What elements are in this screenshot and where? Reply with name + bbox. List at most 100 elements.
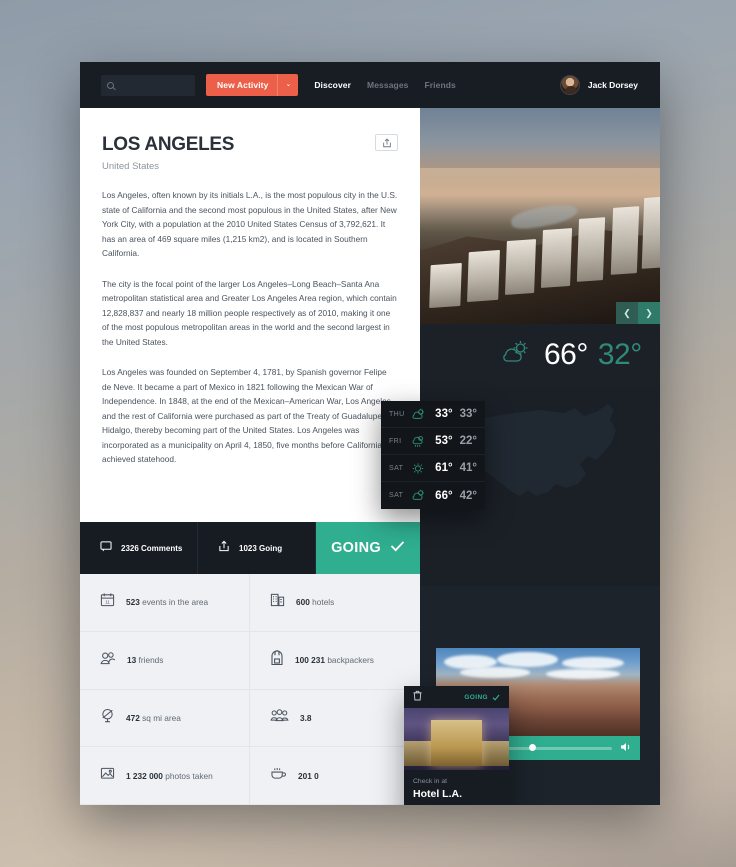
stat-photos-text: 1 232 000 photos taken	[126, 771, 213, 781]
forecast-row[interactable]: THU 33° 33°	[381, 401, 485, 428]
hero-photo-hollywood-sign: ❮ ❯	[420, 108, 660, 324]
app-window: New Activity ⌄ Discover Messages Friends…	[80, 62, 660, 805]
stat-events[interactable]: 11 523 events in the area	[80, 574, 250, 632]
stat-hotels[interactable]: 600 hotels	[250, 574, 420, 632]
forecast-low: 41°	[459, 462, 477, 474]
top-navigation-bar: New Activity ⌄ Discover Messages Friends…	[80, 62, 660, 108]
current-temp-low: 32°	[597, 338, 642, 371]
stat-area-text: 472 sq mi area	[126, 713, 181, 723]
weather-forecast-popover: THU 33° 33° FRI 53° 22° SAT 61° 41° SAT …	[381, 401, 485, 509]
avatar	[559, 75, 580, 95]
stat-photos[interactable]: 1 232 000 photos taken	[80, 747, 250, 805]
current-weather-strip: 66° 32°	[420, 324, 660, 386]
stat-events-label: events in the area	[142, 597, 209, 608]
chevron-right-icon[interactable]: ❯	[638, 302, 660, 324]
share-button[interactable]	[375, 134, 398, 151]
stat-area-value: 472	[126, 712, 140, 723]
stat-coffee-value: 201 0	[298, 770, 319, 781]
comments-button[interactable]: 2326 Comments	[80, 522, 198, 574]
going-button-label: GOING	[331, 540, 381, 556]
hero-carousel-nav: ❮ ❯	[616, 302, 660, 324]
stat-friends-value: 13	[127, 655, 137, 666]
stat-photos-value: 1 232 000	[126, 770, 163, 781]
stat-friends-text: 13 friends	[127, 655, 163, 665]
nav-link-messages[interactable]: Messages	[367, 80, 408, 90]
building-icon	[270, 592, 285, 612]
coffee-icon	[270, 766, 287, 785]
hollywood-letter	[467, 249, 501, 302]
forecast-low: 22°	[459, 435, 477, 447]
hollywood-letter	[541, 228, 573, 289]
stat-photos-label: photos taken	[165, 770, 213, 781]
cloud-shape	[562, 656, 624, 670]
forecast-day: SAT	[389, 492, 404, 499]
video-progress-knob[interactable]	[528, 744, 536, 752]
chevron-down-icon[interactable]: ⌄	[277, 74, 298, 96]
stat-backpackers-label: backpackers	[327, 655, 374, 666]
hollywood-letter	[577, 217, 606, 282]
forecast-row[interactable]: SAT 66° 42°	[381, 482, 485, 509]
stat-people-group[interactable]: 3.8	[250, 689, 420, 748]
going-count-label: 1023 Going	[239, 543, 283, 553]
stat-backpackers-text: 100 231 backpackers	[295, 655, 374, 665]
hollywood-letter	[641, 195, 660, 269]
stat-coffee[interactable]: 201 0	[250, 747, 420, 805]
forecast-row[interactable]: SAT 61° 41°	[381, 455, 485, 482]
comments-label: 2326 Comments	[121, 543, 183, 553]
svg-text:11: 11	[105, 600, 110, 605]
forecast-day: THU	[389, 410, 405, 418]
page-title: LOS ANGELES	[102, 134, 235, 155]
search-input[interactable]	[118, 80, 188, 90]
sun-cloud-icon	[409, 408, 429, 421]
new-activity-button[interactable]: New Activity ⌄	[206, 74, 299, 96]
going-count-button[interactable]: 1023 Going	[198, 522, 316, 574]
hotel-wing-left	[404, 741, 433, 767]
hotel-going-label: GOING	[464, 693, 488, 701]
forecast-row[interactable]: FRI 53° 22°	[381, 428, 485, 455]
hotel-checkin-card[interactable]: GOING Check in at Hotel L.A.	[404, 686, 509, 805]
hotel-going-status[interactable]: GOING	[464, 688, 500, 706]
going-toggle-button[interactable]: GOING	[316, 522, 420, 574]
trash-icon[interactable]	[413, 688, 422, 706]
chevron-left-icon[interactable]: ❮	[616, 302, 638, 324]
hollywood-letter	[505, 238, 537, 295]
nav-link-discover[interactable]: Discover	[314, 80, 351, 90]
forecast-day: SAT	[389, 464, 404, 472]
stat-friends[interactable]: 13 friends	[80, 631, 250, 690]
forecast-day: FRI	[389, 437, 402, 445]
hotel-kicker: Check in at	[413, 778, 448, 785]
stat-people-group-value: 3.8	[300, 712, 312, 723]
comment-icon	[100, 539, 112, 557]
stat-hotels-value: 600	[296, 597, 310, 608]
check-icon	[390, 539, 405, 557]
cloud-shape	[497, 651, 559, 668]
hotel-card-meta: Check in at Hotel L.A.	[404, 770, 509, 800]
forecast-high: 33°	[435, 408, 453, 420]
volume-icon[interactable]	[621, 739, 632, 757]
stat-hotels-label: hotels	[312, 597, 335, 608]
stat-hotels-text: 600 hotels	[296, 597, 334, 607]
article-paragraph: Los Angeles, often known by its initials…	[102, 190, 398, 258]
stat-backpackers[interactable]: 100 231 backpackers	[250, 631, 420, 690]
people-group-icon	[270, 708, 289, 727]
user-name: Jack Dorsey	[587, 80, 638, 90]
share-upload-icon	[218, 539, 230, 557]
hollywood-letter	[610, 206, 640, 276]
calendar-icon: 11	[100, 592, 115, 612]
article-paragraph: Los Angeles was founded on September 4, …	[102, 367, 391, 464]
country-subtitle: United States	[102, 161, 160, 172]
cloud-shape	[460, 667, 530, 678]
stat-area[interactable]: 472 sq mi area	[80, 689, 250, 748]
stat-people-group-text: 3.8	[300, 713, 312, 723]
user-menu[interactable]: Jack Dorsey	[559, 75, 638, 95]
photo-icon	[100, 766, 115, 785]
nav-link-friends[interactable]: Friends	[424, 80, 455, 90]
area-icon	[100, 708, 115, 728]
stat-area-label: sq mi area	[142, 712, 181, 723]
stat-coffee-text: 201 0	[298, 771, 319, 781]
stat-events-text: 523 events in the area	[126, 597, 208, 607]
hotel-name: Hotel L.A.	[413, 788, 462, 800]
stat-events-value: 523	[126, 597, 140, 608]
hotel-photo	[404, 708, 509, 770]
search-field-wrapper[interactable]	[101, 74, 195, 96]
